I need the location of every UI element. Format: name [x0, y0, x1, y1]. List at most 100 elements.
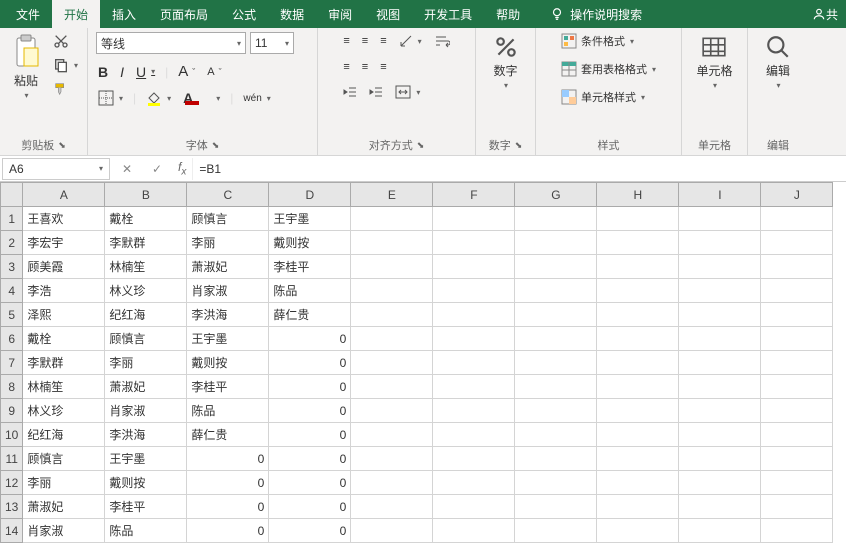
cell[interactable]: 纪红海	[23, 423, 105, 447]
cell[interactable]	[351, 375, 433, 399]
cell[interactable]	[351, 207, 433, 231]
cell[interactable]	[761, 399, 833, 423]
cell[interactable]: 李洪海	[187, 303, 269, 327]
cell[interactable]	[597, 375, 679, 399]
cell[interactable]	[515, 231, 597, 255]
cell[interactable]: 林义珍	[105, 279, 187, 303]
tab-dev[interactable]: 开发工具	[412, 0, 484, 28]
cell[interactable]	[679, 327, 761, 351]
cell[interactable]: 李丽	[187, 231, 269, 255]
cell[interactable]	[351, 303, 433, 327]
cell[interactable]	[433, 303, 515, 327]
cell[interactable]	[679, 255, 761, 279]
cell[interactable]	[433, 471, 515, 495]
cell[interactable]: 0	[269, 327, 351, 351]
cell[interactable]	[433, 447, 515, 471]
cell[interactable]	[761, 303, 833, 327]
row-header[interactable]: 13	[1, 495, 23, 519]
cell[interactable]: 李桂平	[269, 255, 351, 279]
bold-button[interactable]: B	[96, 63, 110, 81]
cell[interactable]	[515, 399, 597, 423]
cell[interactable]: 0	[269, 495, 351, 519]
cell[interactable]: 0	[187, 519, 269, 543]
cell[interactable]: 0	[187, 495, 269, 519]
cell[interactable]	[351, 231, 433, 255]
cell[interactable]	[597, 447, 679, 471]
cell[interactable]	[679, 351, 761, 375]
cell[interactable]	[761, 351, 833, 375]
cell[interactable]	[515, 447, 597, 471]
cell[interactable]	[433, 231, 515, 255]
cell[interactable]: 戴则按	[187, 351, 269, 375]
cell[interactable]	[761, 519, 833, 543]
cell[interactable]	[761, 255, 833, 279]
cell[interactable]	[433, 423, 515, 447]
cell[interactable]: 肖家淑	[105, 399, 187, 423]
wrap-text-button[interactable]	[432, 32, 452, 50]
cell[interactable]	[351, 351, 433, 375]
cell[interactable]	[761, 231, 833, 255]
dialog-launcher-icon[interactable]: ⬊	[417, 140, 425, 151]
row-header[interactable]: 1	[1, 207, 23, 231]
enter-formula-button[interactable]: ✓	[142, 158, 172, 180]
cell[interactable]	[515, 207, 597, 231]
cell[interactable]: 0	[269, 423, 351, 447]
cell[interactable]	[351, 279, 433, 303]
col-header[interactable]: E	[351, 183, 433, 207]
cell[interactable]: 李丽	[23, 471, 105, 495]
format-table-button[interactable]: 套用表格格式▾	[560, 60, 657, 78]
cell[interactable]	[761, 423, 833, 447]
cell[interactable]: 戴栓	[23, 327, 105, 351]
cell[interactable]	[433, 279, 515, 303]
cell[interactable]	[515, 327, 597, 351]
format-painter-button[interactable]	[51, 80, 80, 98]
cell[interactable]	[433, 399, 515, 423]
cell[interactable]: 薛仁贵	[269, 303, 351, 327]
cell[interactable]	[761, 279, 833, 303]
align-left-button[interactable]: ≡	[341, 60, 351, 74]
name-box[interactable]: A6▾	[2, 158, 110, 180]
cell[interactable]	[761, 375, 833, 399]
cell[interactable]: 肖家淑	[187, 279, 269, 303]
dialog-launcher-icon[interactable]: ⬊	[212, 140, 220, 151]
cell[interactable]	[515, 351, 597, 375]
cell[interactable]	[515, 375, 597, 399]
cell[interactable]	[761, 207, 833, 231]
cell[interactable]: 0	[187, 447, 269, 471]
cell[interactable]	[351, 327, 433, 351]
cell[interactable]: 李桂平	[105, 495, 187, 519]
cell[interactable]	[351, 471, 433, 495]
align-top-button[interactable]: ≡	[341, 34, 351, 48]
cell[interactable]	[761, 495, 833, 519]
cell[interactable]	[679, 447, 761, 471]
cell[interactable]: 王宇墨	[269, 207, 351, 231]
cell[interactable]: 萧淑妃	[23, 495, 105, 519]
font-color-button[interactable]: A▾	[181, 89, 222, 107]
row-header[interactable]: 4	[1, 279, 23, 303]
cell[interactable]	[597, 231, 679, 255]
cell[interactable]: 纪红海	[105, 303, 187, 327]
cell[interactable]	[679, 231, 761, 255]
cell[interactable]	[761, 327, 833, 351]
editing-button[interactable]: 编辑 ▾	[761, 32, 795, 92]
cell[interactable]: 萧淑妃	[187, 255, 269, 279]
tab-data[interactable]: 数据	[268, 0, 316, 28]
increase-indent-button[interactable]	[367, 84, 385, 100]
row-header[interactable]: 10	[1, 423, 23, 447]
row-header[interactable]: 3	[1, 255, 23, 279]
share-button[interactable]: 共	[804, 6, 846, 23]
decrease-font-button[interactable]: Aˇ	[205, 65, 223, 79]
italic-button[interactable]: I	[118, 63, 126, 81]
cell[interactable]: 陈品	[269, 279, 351, 303]
cell[interactable]	[679, 519, 761, 543]
row-header[interactable]: 2	[1, 231, 23, 255]
font-name-select[interactable]: 等线▾	[96, 32, 246, 54]
cell[interactable]	[597, 399, 679, 423]
cell[interactable]: 顾慎言	[105, 327, 187, 351]
col-header[interactable]: G	[515, 183, 597, 207]
cut-button[interactable]	[51, 32, 80, 50]
cell[interactable]	[679, 495, 761, 519]
cell[interactable]	[597, 327, 679, 351]
cell[interactable]: 戴栓	[105, 207, 187, 231]
cell[interactable]	[433, 375, 515, 399]
